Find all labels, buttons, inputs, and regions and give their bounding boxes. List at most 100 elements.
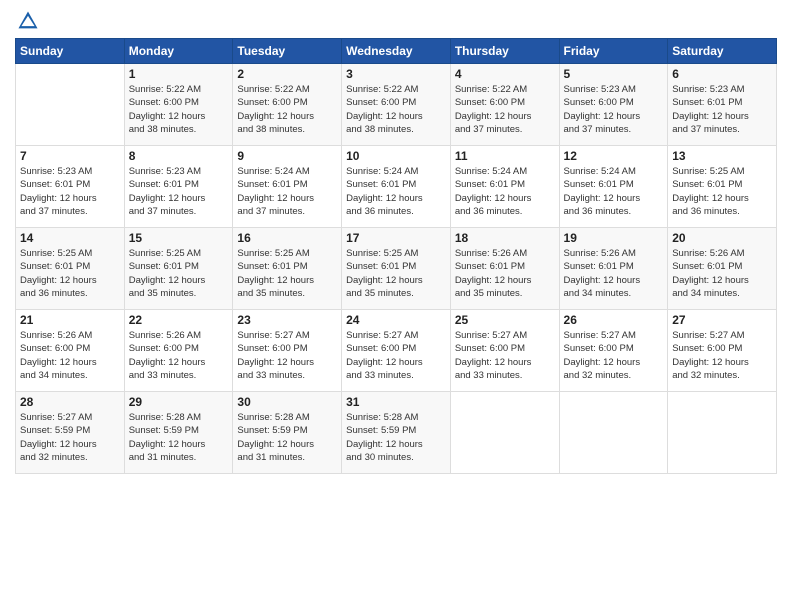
day-number: 15	[129, 231, 229, 245]
calendar-cell: 13 Sunrise: 5:25 AM Sunset: 6:01 PM Dayli…	[668, 146, 777, 228]
day-number: 22	[129, 313, 229, 327]
weekday-header-wednesday: Wednesday	[342, 39, 451, 64]
cell-content: Sunrise: 5:22 AM Sunset: 6:00 PM Dayligh…	[129, 83, 229, 136]
cell-content: Sunrise: 5:23 AM Sunset: 6:01 PM Dayligh…	[20, 165, 120, 218]
day-number: 2	[237, 67, 337, 81]
day-number: 9	[237, 149, 337, 163]
logo-icon	[17, 10, 39, 32]
weekday-header-monday: Monday	[124, 39, 233, 64]
cell-content: Sunrise: 5:25 AM Sunset: 6:01 PM Dayligh…	[237, 247, 337, 300]
cell-content: Sunrise: 5:27 AM Sunset: 6:00 PM Dayligh…	[237, 329, 337, 382]
calendar-cell: 22 Sunrise: 5:26 AM Sunset: 6:00 PM Dayli…	[124, 310, 233, 392]
day-number: 17	[346, 231, 446, 245]
calendar-cell: 17 Sunrise: 5:25 AM Sunset: 6:01 PM Dayli…	[342, 228, 451, 310]
cell-content: Sunrise: 5:25 AM Sunset: 6:01 PM Dayligh…	[346, 247, 446, 300]
calendar-cell: 2Sunrise: 5:22 AM Sunset: 6:00 PM Daylig…	[233, 64, 342, 146]
day-number: 28	[20, 395, 120, 409]
cell-content: Sunrise: 5:25 AM Sunset: 6:01 PM Dayligh…	[672, 165, 772, 218]
weekday-header-thursday: Thursday	[450, 39, 559, 64]
calendar-cell: 5 Sunrise: 5:23 AM Sunset: 6:00 PM Daylig…	[559, 64, 668, 146]
day-number: 27	[672, 313, 772, 327]
calendar-cell: 16 Sunrise: 5:25 AM Sunset: 6:01 PM Dayli…	[233, 228, 342, 310]
calendar-cell: 26Sunrise: 5:27 AM Sunset: 6:00 PM Dayli…	[559, 310, 668, 392]
day-number: 25	[455, 313, 555, 327]
calendar-cell: 10 Sunrise: 5:24 AM Sunset: 6:01 PM Dayli…	[342, 146, 451, 228]
calendar-cell: 23Sunrise: 5:27 AM Sunset: 6:00 PM Dayli…	[233, 310, 342, 392]
weekday-header-sunday: Sunday	[16, 39, 125, 64]
calendar-header: SundayMondayTuesdayWednesdayThursdayFrid…	[16, 39, 777, 64]
week-row-3: 14 Sunrise: 5:25 AM Sunset: 6:01 PM Dayli…	[16, 228, 777, 310]
calendar-cell: 6Sunrise: 5:23 AM Sunset: 6:01 PM Daylig…	[668, 64, 777, 146]
day-number: 7	[20, 149, 120, 163]
calendar-cell: 21Sunrise: 5:26 AM Sunset: 6:00 PM Dayli…	[16, 310, 125, 392]
day-number: 5	[564, 67, 664, 81]
day-number: 30	[237, 395, 337, 409]
cell-content: Sunrise: 5:26 AM Sunset: 6:01 PM Dayligh…	[564, 247, 664, 300]
calendar-cell	[450, 392, 559, 474]
weekday-row: SundayMondayTuesdayWednesdayThursdayFrid…	[16, 39, 777, 64]
calendar-cell: 24Sunrise: 5:27 AM Sunset: 6:00 PM Dayli…	[342, 310, 451, 392]
calendar-cell: 11 Sunrise: 5:24 AM Sunset: 6:01 PM Dayli…	[450, 146, 559, 228]
cell-content: Sunrise: 5:27 AM Sunset: 5:59 PM Dayligh…	[20, 411, 120, 464]
cell-content: Sunrise: 5:28 AM Sunset: 5:59 PM Dayligh…	[346, 411, 446, 464]
day-number: 14	[20, 231, 120, 245]
calendar-cell: 8 Sunrise: 5:23 AM Sunset: 6:01 PM Daylig…	[124, 146, 233, 228]
calendar-cell: 20 Sunrise: 5:26 AM Sunset: 6:01 PM Dayli…	[668, 228, 777, 310]
cell-content: Sunrise: 5:24 AM Sunset: 6:01 PM Dayligh…	[346, 165, 446, 218]
calendar-body: 1 Sunrise: 5:22 AM Sunset: 6:00 PM Daylig…	[16, 64, 777, 474]
calendar-cell: 15Sunrise: 5:25 AM Sunset: 6:01 PM Dayli…	[124, 228, 233, 310]
header	[15, 10, 777, 32]
week-row-1: 1 Sunrise: 5:22 AM Sunset: 6:00 PM Daylig…	[16, 64, 777, 146]
calendar-cell	[16, 64, 125, 146]
logo	[15, 10, 39, 32]
day-number: 6	[672, 67, 772, 81]
week-row-5: 28 Sunrise: 5:27 AM Sunset: 5:59 PM Dayli…	[16, 392, 777, 474]
day-number: 3	[346, 67, 446, 81]
cell-content: Sunrise: 5:27 AM Sunset: 6:00 PM Dayligh…	[455, 329, 555, 382]
day-number: 1	[129, 67, 229, 81]
day-number: 10	[346, 149, 446, 163]
cell-content: Sunrise: 5:27 AM Sunset: 6:00 PM Dayligh…	[672, 329, 772, 382]
calendar-cell: 27 Sunrise: 5:27 AM Sunset: 6:00 PM Dayli…	[668, 310, 777, 392]
day-number: 8	[129, 149, 229, 163]
cell-content: Sunrise: 5:22 AM Sunset: 6:00 PM Dayligh…	[455, 83, 555, 136]
week-row-2: 7 Sunrise: 5:23 AM Sunset: 6:01 PM Daylig…	[16, 146, 777, 228]
day-number: 20	[672, 231, 772, 245]
cell-content: Sunrise: 5:27 AM Sunset: 6:00 PM Dayligh…	[346, 329, 446, 382]
calendar-cell: 18 Sunrise: 5:26 AM Sunset: 6:01 PM Dayli…	[450, 228, 559, 310]
day-number: 16	[237, 231, 337, 245]
calendar-cell: 31 Sunrise: 5:28 AM Sunset: 5:59 PM Dayli…	[342, 392, 451, 474]
cell-content: Sunrise: 5:24 AM Sunset: 6:01 PM Dayligh…	[564, 165, 664, 218]
calendar-cell: 19 Sunrise: 5:26 AM Sunset: 6:01 PM Dayli…	[559, 228, 668, 310]
calendar-cell: 9 Sunrise: 5:24 AM Sunset: 6:01 PM Daylig…	[233, 146, 342, 228]
cell-content: Sunrise: 5:26 AM Sunset: 6:00 PM Dayligh…	[129, 329, 229, 382]
calendar-cell: 3Sunrise: 5:22 AM Sunset: 6:00 PM Daylig…	[342, 64, 451, 146]
week-row-4: 21Sunrise: 5:26 AM Sunset: 6:00 PM Dayli…	[16, 310, 777, 392]
cell-content: Sunrise: 5:26 AM Sunset: 6:01 PM Dayligh…	[455, 247, 555, 300]
calendar-cell: 12 Sunrise: 5:24 AM Sunset: 6:01 PM Dayli…	[559, 146, 668, 228]
cell-content: Sunrise: 5:27 AM Sunset: 6:00 PM Dayligh…	[564, 329, 664, 382]
cell-content: Sunrise: 5:23 AM Sunset: 6:01 PM Dayligh…	[129, 165, 229, 218]
cell-content: Sunrise: 5:28 AM Sunset: 5:59 PM Dayligh…	[129, 411, 229, 464]
day-number: 11	[455, 149, 555, 163]
day-number: 29	[129, 395, 229, 409]
calendar-cell: 28 Sunrise: 5:27 AM Sunset: 5:59 PM Dayli…	[16, 392, 125, 474]
calendar-cell: 14Sunrise: 5:25 AM Sunset: 6:01 PM Dayli…	[16, 228, 125, 310]
day-number: 19	[564, 231, 664, 245]
calendar-cell: 25 Sunrise: 5:27 AM Sunset: 6:00 PM Dayli…	[450, 310, 559, 392]
cell-content: Sunrise: 5:28 AM Sunset: 5:59 PM Dayligh…	[237, 411, 337, 464]
cell-content: Sunrise: 5:23 AM Sunset: 6:00 PM Dayligh…	[564, 83, 664, 136]
cell-content: Sunrise: 5:26 AM Sunset: 6:01 PM Dayligh…	[672, 247, 772, 300]
day-number: 18	[455, 231, 555, 245]
day-number: 12	[564, 149, 664, 163]
cell-content: Sunrise: 5:26 AM Sunset: 6:00 PM Dayligh…	[20, 329, 120, 382]
calendar-cell	[559, 392, 668, 474]
calendar-table: SundayMondayTuesdayWednesdayThursdayFrid…	[15, 38, 777, 474]
cell-content: Sunrise: 5:24 AM Sunset: 6:01 PM Dayligh…	[455, 165, 555, 218]
cell-content: Sunrise: 5:24 AM Sunset: 6:01 PM Dayligh…	[237, 165, 337, 218]
main-container: SundayMondayTuesdayWednesdayThursdayFrid…	[0, 0, 792, 484]
calendar-cell: 29 Sunrise: 5:28 AM Sunset: 5:59 PM Dayli…	[124, 392, 233, 474]
day-number: 13	[672, 149, 772, 163]
weekday-header-friday: Friday	[559, 39, 668, 64]
day-number: 31	[346, 395, 446, 409]
